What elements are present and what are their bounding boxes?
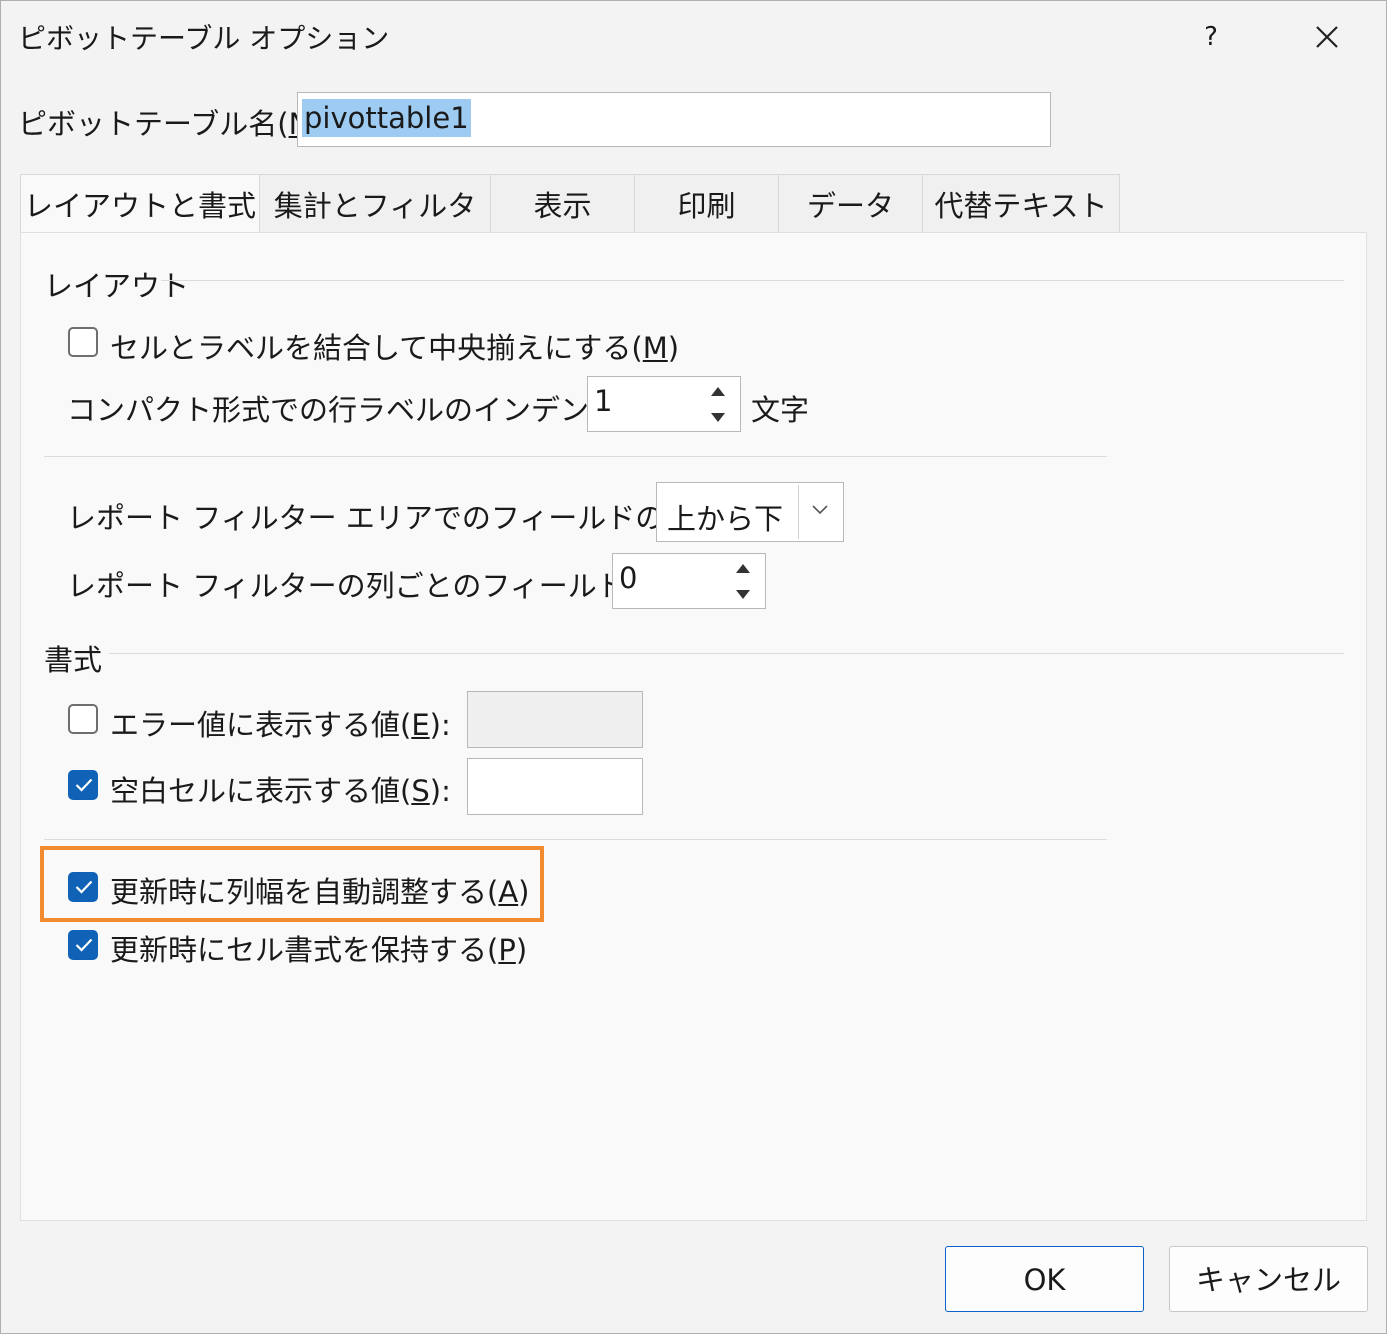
tab-display[interactable]: 表示 xyxy=(490,174,635,233)
error-values-input[interactable] xyxy=(467,691,643,748)
close-button[interactable] xyxy=(1301,13,1353,61)
error-values-label: エラー値に表示する値(E): xyxy=(110,708,451,742)
triangle-down-icon xyxy=(736,590,750,599)
dialog-title: ピボットテーブル オプション xyxy=(18,22,390,55)
cancel-button[interactable]: キャンセル xyxy=(1169,1246,1368,1312)
report-filter-count-down-button[interactable] xyxy=(723,582,763,606)
pivot-options-dialog: ピボットテーブル オプション ? ピボットテーブル名(N): pivottabl… xyxy=(0,0,1387,1334)
checkmark-icon xyxy=(75,938,93,952)
report-filter-order-dropdown[interactable] xyxy=(798,485,841,539)
layout-section-title: レイアウト xyxy=(44,269,190,303)
tab-totals-filters[interactable]: 集計とフィルター xyxy=(259,174,491,285)
report-filter-count-up-button[interactable] xyxy=(723,556,763,580)
indent-label: コンパクト形式での行ラベルのインデント(C): xyxy=(67,393,671,427)
title-bar: ピボットテーブル オプション ? xyxy=(1,1,1386,73)
empty-cells-label: 空白セルに表示する値(S): xyxy=(110,774,451,808)
indent-value: 1 xyxy=(594,384,613,418)
triangle-up-icon xyxy=(711,387,725,396)
merge-center-label: セルとラベルを結合して中央揃えにする(M) xyxy=(110,331,680,365)
format-section-title: 書式 xyxy=(44,643,103,677)
layout-subdivider xyxy=(44,456,1107,457)
indent-up-button[interactable] xyxy=(698,379,738,403)
indent-unit-label: 文字 xyxy=(751,393,810,427)
close-icon xyxy=(1316,26,1338,48)
empty-cells-input[interactable] xyxy=(467,758,643,815)
tab-layout-format[interactable]: レイアウトと書式 xyxy=(20,174,260,235)
pivot-name-input[interactable]: pivottable1 xyxy=(297,92,1051,147)
report-filter-order-select[interactable]: 上から下 xyxy=(656,482,844,542)
indent-spinner[interactable]: 1 xyxy=(587,376,741,432)
report-filter-count-value: 0 xyxy=(619,561,638,595)
report-filter-count-arrows xyxy=(723,556,763,606)
triangle-up-icon xyxy=(736,564,750,573)
report-filter-count-spinner[interactable]: 0 xyxy=(612,553,766,609)
report-filter-order-value: 上から下 xyxy=(667,502,784,536)
preserve-format-label: 更新時にセル書式を保持する(P) xyxy=(110,933,528,967)
preserve-format-checkbox[interactable] xyxy=(68,930,98,960)
pivot-name-value: pivottable1 xyxy=(302,99,471,137)
format-section-divider xyxy=(109,653,1344,654)
tab-data[interactable]: データ xyxy=(778,174,923,233)
chevron-down-icon xyxy=(812,505,828,515)
pivot-name-label: ピボットテーブル名(N): xyxy=(18,107,331,141)
checkmark-icon xyxy=(75,778,93,792)
tab-printing[interactable]: 印刷 xyxy=(634,174,779,233)
merge-center-checkbox[interactable] xyxy=(68,327,98,357)
help-button[interactable]: ? xyxy=(1191,13,1231,61)
empty-cells-checkbox[interactable] xyxy=(68,770,98,800)
indent-spinner-arrows xyxy=(698,379,738,429)
error-values-checkbox[interactable] xyxy=(68,704,98,734)
report-filter-count-label: レポート フィルターの列ごとのフィールド数(F): xyxy=(67,569,704,603)
layout-section-divider xyxy=(161,280,1344,281)
triangle-down-icon xyxy=(711,413,725,422)
format-subdivider xyxy=(44,839,1107,840)
error-values-input-fill xyxy=(472,696,638,743)
ok-button[interactable]: OK xyxy=(945,1246,1144,1312)
indent-down-button[interactable] xyxy=(698,405,738,429)
tab-alt-text[interactable]: 代替テキスト xyxy=(922,174,1120,233)
autofit-highlight-box xyxy=(40,846,544,922)
